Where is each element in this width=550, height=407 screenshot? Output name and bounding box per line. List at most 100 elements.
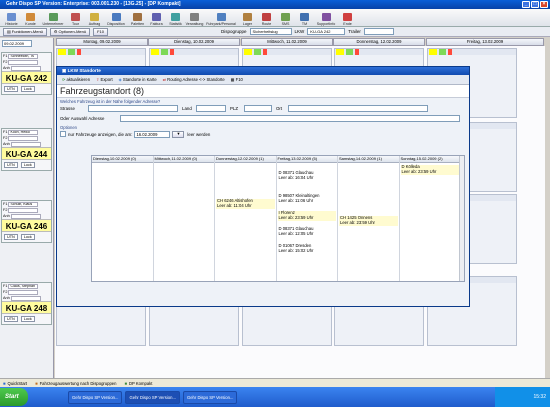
toolbar-button-label: Tour: [72, 22, 79, 26]
toolbar-button-statistik[interactable]: Statistik: [166, 9, 185, 26]
toolbar-button-paletten[interactable]: Paletten: [128, 9, 147, 26]
driver-select[interactable]: Koch, Heiko: [8, 129, 39, 135]
anh-select[interactable]: [10, 295, 41, 301]
day-column-header[interactable]: Freitag,13.02.2009 (5): [276, 156, 337, 163]
dialog-f10-button[interactable]: ▦ F10: [231, 77, 243, 82]
dispogruppe-select[interactable]: Sicherheitslug: [249, 28, 292, 35]
lock-button[interactable]: Lock: [20, 234, 35, 240]
maximize-icon[interactable]: □: [531, 1, 539, 8]
day-column-header[interactable]: Dienstag,10.02.2009 (0): [92, 156, 153, 163]
toolbar-button-fuhrpark-personal[interactable]: Fuhrpark/Personal: [204, 9, 238, 26]
vehicle-location-entry[interactable]: D 08371 Glauchau Leer ab: 12:05 Uhr: [278, 226, 337, 237]
vehicle-card: F1 Schulit, Klaus F2 Anh KU-GA 246 UTN Lock: [1, 200, 52, 243]
f2-select[interactable]: [8, 207, 39, 213]
empty-time-text: Leer ab: 11:04 Uhr: [217, 202, 252, 208]
nur-date-input[interactable]: 16.02.2009: [134, 130, 171, 138]
lock-button[interactable]: Lock: [20, 316, 35, 322]
vehicle-location-entry[interactable]: D 01067 Dresden Leer ab: 15:02 Uhr: [278, 243, 337, 254]
export-button[interactable]: ⇪ Export: [96, 77, 113, 82]
toolbar-button-disposition[interactable]: Disposition: [104, 9, 128, 26]
f2-select[interactable]: [8, 289, 39, 295]
minimize-icon[interactable]: _: [522, 1, 530, 8]
f2-select[interactable]: [8, 59, 39, 65]
toolbar-button-kunde[interactable]: Kunde: [21, 9, 40, 26]
day-column-header[interactable]: Mittwoch,11.02.2009 (0): [153, 156, 214, 163]
driver-select[interactable]: Schneeloth, Ts: [8, 53, 39, 59]
slot-status-green: [346, 49, 353, 55]
toolbar-button-ende[interactable]: Ende: [338, 9, 357, 26]
toolbar-button-historie[interactable]: Historie: [2, 9, 21, 26]
toolbar-button-tm[interactable]: TM: [295, 9, 314, 26]
taskbar-item[interactable]: Gehr Dispo SP Version...: [68, 390, 123, 404]
vehicle-location-entry[interactable]: CH 6246 Altishofen Leer ab: 11:04 Uhr: [216, 198, 275, 209]
day-column: Mittwoch,11.02.2009 (0): [153, 156, 215, 281]
day-header: Mittwoch, 11.02.2009: [241, 38, 333, 46]
grid-scrollbar[interactable]: [459, 156, 464, 281]
driver-select[interactable]: Schulit, Klaus: [8, 201, 39, 207]
auswahl-row: Oder Auswahl Adresse: [57, 114, 469, 122]
anh-select[interactable]: [10, 141, 41, 147]
f2-select[interactable]: [8, 135, 39, 141]
standorte-karte-button[interactable]: ◈ Standorte in Karte: [119, 77, 157, 82]
funktionen-menu-button[interactable]: ▤ Funktionen-Menü: [3, 27, 47, 36]
statusbar-quickstart[interactable]: ■ QuickStart: [3, 381, 27, 386]
land-input[interactable]: [196, 104, 226, 112]
toolbar-button-label: Route: [261, 22, 272, 26]
toolbar-button-auftrag[interactable]: Auftrag: [85, 9, 104, 26]
f1-label: F1: [3, 54, 8, 58]
utn-button[interactable]: UTN: [4, 86, 18, 92]
date-picker-button[interactable]: ▼: [172, 130, 185, 138]
license-plate[interactable]: KU-GA 242: [2, 71, 51, 84]
slot-status-red: [263, 49, 267, 55]
strasse-input[interactable]: [88, 104, 178, 112]
optionen-menu-button[interactable]: ⚙ Optionen-Menü: [49, 27, 91, 36]
toolbar-button-route[interactable]: Route: [257, 9, 276, 26]
historie-icon: [7, 13, 16, 21]
lkw-select[interactable]: KU-GA 242: [307, 28, 346, 35]
aktualisieren-button[interactable]: ⟳ aktualisieren: [62, 77, 90, 82]
anh-label: Anh: [3, 296, 10, 300]
lock-button[interactable]: Lock: [20, 86, 35, 92]
license-plate[interactable]: KU-GA 244: [2, 147, 51, 160]
statusbar-fahrzeugauswertung[interactable]: ■ Fahrzeugauswertung nach Dispogruppen: [35, 381, 116, 386]
toolbar-button-faktura[interactable]: Faktura: [147, 9, 166, 26]
statusbar-dp-kompakt[interactable]: ■ DP Kompakt: [124, 381, 152, 386]
toolbar-button-supportinfo[interactable]: SupportInfo: [314, 9, 338, 26]
plz-input[interactable]: [244, 104, 272, 112]
f10-button[interactable]: F10: [93, 27, 108, 36]
license-plate[interactable]: KU-GA 248: [2, 301, 51, 314]
toolbar-button-sms[interactable]: SMS: [276, 9, 295, 26]
utn-button[interactable]: UTN: [4, 162, 18, 168]
taskbar-item[interactable]: Gehr Dispo SP Version...: [125, 390, 180, 404]
toolbar-button-lager[interactable]: Lager: [238, 9, 257, 26]
routing-button[interactable]: ⇄ Routing Adresse <-> Standorte: [163, 77, 225, 82]
vehicle-location-entry[interactable]: D Kölleda Leer ab: 23:59 Uhr: [400, 164, 459, 175]
toolbar-button-tour[interactable]: Tour: [66, 9, 85, 26]
day-column-header[interactable]: Donnerstag,12.02.2009 (1): [215, 156, 276, 163]
ort-input[interactable]: [288, 104, 428, 112]
close-icon[interactable]: ×: [540, 1, 548, 8]
date-field[interactable]: 09.02.2009: [2, 40, 32, 47]
utn-button[interactable]: UTN: [4, 234, 18, 240]
anh-select[interactable]: [10, 213, 41, 219]
window-title-bar: Gehr Dispo SP Version: Enterprise: 003.0…: [0, 0, 550, 9]
license-plate[interactable]: KU-GA 246: [2, 219, 51, 232]
address-row: Strasse Land PLZ Ort: [57, 104, 469, 112]
vehicle-location-entry[interactable]: D 08371 Glauchau Leer ab: 16:04 Uhr: [278, 170, 337, 181]
utn-button[interactable]: UTN: [4, 316, 18, 322]
trailer-select[interactable]: [363, 28, 394, 35]
vehicle-location-entry[interactable]: I Florenz Leer ab: 23:59 Uhr: [277, 210, 336, 221]
toolbar-button-verwaltung[interactable]: Verwaltung: [185, 9, 204, 26]
vehicle-location-entry[interactable]: D 98507 Kleinaltingen Leer ab: 11:06 Uhr: [278, 193, 337, 204]
toolbar-button-unternehmer[interactable]: Unternehmer: [40, 9, 66, 26]
start-button[interactable]: Start: [0, 388, 28, 406]
taskbar-item[interactable]: Gehr Dispo SP Version...: [182, 390, 238, 404]
anh-select[interactable]: [10, 65, 41, 71]
auswahl-select[interactable]: [120, 114, 460, 122]
vehicle-location-entry[interactable]: CH 1425 Onnens Leer ab: 23:59 Uhr: [339, 215, 398, 226]
driver-select[interactable]: Claus, Stephan: [8, 283, 39, 289]
lock-button[interactable]: Lock: [20, 162, 35, 168]
nur-fahrzeuge-checkbox[interactable]: [60, 131, 66, 137]
day-column-header[interactable]: Sonntag,15.02.2009 (2): [399, 156, 460, 163]
day-column-header[interactable]: Samstag,14.02.2009 (1): [338, 156, 399, 163]
